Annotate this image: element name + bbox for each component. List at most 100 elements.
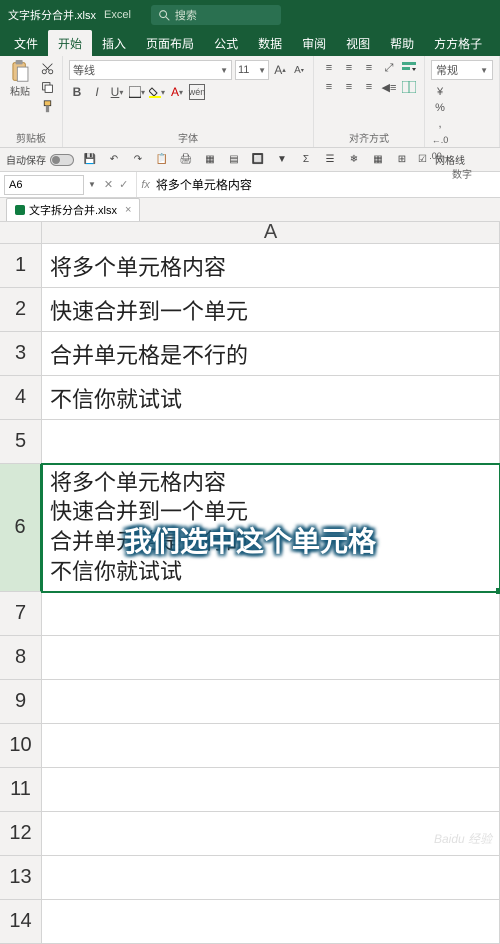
gridlines-label[interactable]: 网格线 xyxy=(435,152,465,167)
currency-button[interactable]: ¥ xyxy=(431,84,449,100)
cell-a11[interactable] xyxy=(42,768,500,812)
row-header[interactable]: 14 xyxy=(0,900,42,944)
indent-decrease-button[interactable]: ◀≡ xyxy=(380,79,398,95)
underline-button[interactable]: U▾ xyxy=(109,84,125,100)
enter-button[interactable]: ✓ xyxy=(119,178,128,191)
cell-a13[interactable] xyxy=(42,856,500,900)
brush-icon xyxy=(41,100,54,113)
tab-fangfang[interactable]: 方方格子 xyxy=(424,30,492,56)
cancel-button[interactable]: ✕ xyxy=(104,178,113,191)
close-icon[interactable]: × xyxy=(125,204,131,216)
tab-help[interactable]: 帮助 xyxy=(380,30,424,56)
tab-home[interactable]: 开始 xyxy=(48,30,92,56)
qat-icon[interactable]: 🔲 xyxy=(250,152,266,168)
tab-pagelayout[interactable]: 页面布局 xyxy=(136,30,204,56)
qat-icon[interactable]: ⊞ xyxy=(394,152,410,168)
qat-icon[interactable]: ❄ xyxy=(346,152,362,168)
tab-data[interactable]: 数据 xyxy=(248,30,292,56)
row-header[interactable]: 1 xyxy=(0,244,42,288)
align-bottom-button[interactable]: ≡ xyxy=(360,60,378,76)
wrap-text-button[interactable] xyxy=(400,60,418,76)
row-header[interactable]: 8 xyxy=(0,636,42,680)
cell-a2[interactable]: 快速合并到一个单元 xyxy=(42,288,500,332)
formula-input[interactable]: 将多个单元格内容 xyxy=(156,176,252,193)
cell-a1[interactable]: 将多个单元格内容 xyxy=(42,244,500,288)
row-header[interactable]: 10 xyxy=(0,724,42,768)
autosave-toggle[interactable]: 自动保存 xyxy=(6,152,74,167)
cell-a12[interactable] xyxy=(42,812,500,856)
search-input[interactable]: 搜索 xyxy=(151,5,281,25)
align-top-button[interactable]: ≡ xyxy=(320,60,338,76)
fx-icon[interactable]: fx xyxy=(141,179,150,191)
decrease-font-button[interactable]: A▾ xyxy=(291,62,307,78)
font-name-select[interactable]: 等线▼ xyxy=(69,60,232,80)
cell-a3[interactable]: 合并单元格是不行的 xyxy=(42,332,500,376)
row-header[interactable]: 9 xyxy=(0,680,42,724)
row-header[interactable]: 4 xyxy=(0,376,42,420)
row-header[interactable]: 6 xyxy=(0,464,42,592)
align-left-button[interactable]: ≡ xyxy=(320,79,338,95)
cell-a10[interactable] xyxy=(42,724,500,768)
paste-button[interactable]: 粘贴 xyxy=(6,60,34,98)
qat-icon[interactable]: ▼ xyxy=(274,152,290,168)
percent-button[interactable]: % xyxy=(431,100,449,116)
cell-a9[interactable] xyxy=(42,680,500,724)
sheet-tab[interactable]: 文字拆分合并.xlsx × xyxy=(6,198,140,221)
row-header[interactable]: 12 xyxy=(0,812,42,856)
chevron-down-icon[interactable]: ▼ xyxy=(88,180,96,189)
qat-icon[interactable]: ▤ xyxy=(226,152,242,168)
italic-button[interactable]: I xyxy=(89,84,105,100)
font-color-button[interactable]: A▾ xyxy=(169,84,185,100)
save-button[interactable]: 💾 xyxy=(82,152,98,168)
qat-icon[interactable]: 🖨 xyxy=(178,152,194,168)
tab-formulas[interactable]: 公式 xyxy=(204,30,248,56)
tab-insert[interactable]: 插入 xyxy=(92,30,136,56)
font-size-select[interactable]: 11▼ xyxy=(235,60,269,80)
group-alignment: ≡ ≡ ≡ ⤢ ≡ ≡ ≡ ◀≡ 对齐方式 xyxy=(314,56,425,147)
cell-a14[interactable] xyxy=(42,900,500,944)
merge-button[interactable] xyxy=(400,79,418,95)
format-painter-button[interactable] xyxy=(38,98,56,114)
name-box[interactable]: A6 xyxy=(4,175,84,195)
bold-button[interactable]: B xyxy=(69,84,85,100)
qat-icon[interactable]: ☰ xyxy=(322,152,338,168)
cell-a7[interactable] xyxy=(42,592,500,636)
tab-review[interactable]: 审阅 xyxy=(292,30,336,56)
qat-icon[interactable]: Σ xyxy=(298,152,314,168)
undo-button[interactable]: ↶ xyxy=(106,152,122,168)
title-bar: 文字拆分合并.xlsx Excel 搜索 xyxy=(0,0,500,30)
redo-button[interactable]: ↷ xyxy=(130,152,146,168)
cell-a6[interactable]: 将多个单元格内容 快速合并到一个单元 合并单元格是不行的 不信你就试试 xyxy=(42,464,500,592)
number-format-select[interactable]: 常规▼ xyxy=(431,60,493,80)
cell-a8[interactable] xyxy=(42,636,500,680)
increase-font-button[interactable]: A▴ xyxy=(272,62,288,78)
col-header-a[interactable]: A xyxy=(42,222,500,243)
cut-button[interactable] xyxy=(38,60,56,76)
comma-button[interactable]: , xyxy=(431,116,449,132)
align-right-button[interactable]: ≡ xyxy=(360,79,378,95)
qat-icon[interactable]: ▦ xyxy=(370,152,386,168)
row-header[interactable]: 3 xyxy=(0,332,42,376)
tab-view[interactable]: 视图 xyxy=(336,30,380,56)
border-button[interactable]: ▾ xyxy=(129,84,145,100)
row-header[interactable]: 2 xyxy=(0,288,42,332)
fill-color-button[interactable]: ▾ xyxy=(149,84,165,100)
select-all-corner[interactable] xyxy=(0,222,42,243)
row-header[interactable]: 5 xyxy=(0,420,42,464)
row-header[interactable]: 11 xyxy=(0,768,42,812)
increase-decimal-button[interactable]: ←.0 xyxy=(431,132,449,148)
copy-button[interactable] xyxy=(38,79,56,95)
cell-a5[interactable] xyxy=(42,420,500,464)
phonetic-button[interactable]: wén xyxy=(189,84,205,100)
tab-file[interactable]: 文件 xyxy=(4,30,48,56)
qat-icon[interactable]: ▦ xyxy=(202,152,218,168)
formula-bar: A6 ▼ ✕ ✓ fx 将多个单元格内容 xyxy=(0,172,500,198)
align-center-button[interactable]: ≡ xyxy=(340,79,358,95)
cell-a4[interactable]: 不信你就试试 xyxy=(42,376,500,420)
row-header[interactable]: 7 xyxy=(0,592,42,636)
watermark: Baidu 经验 xyxy=(434,830,492,847)
orientation-button[interactable]: ⤢ xyxy=(380,60,398,76)
qat-icon[interactable]: 📋 xyxy=(154,152,170,168)
align-middle-button[interactable]: ≡ xyxy=(340,60,358,76)
row-header[interactable]: 13 xyxy=(0,856,42,900)
